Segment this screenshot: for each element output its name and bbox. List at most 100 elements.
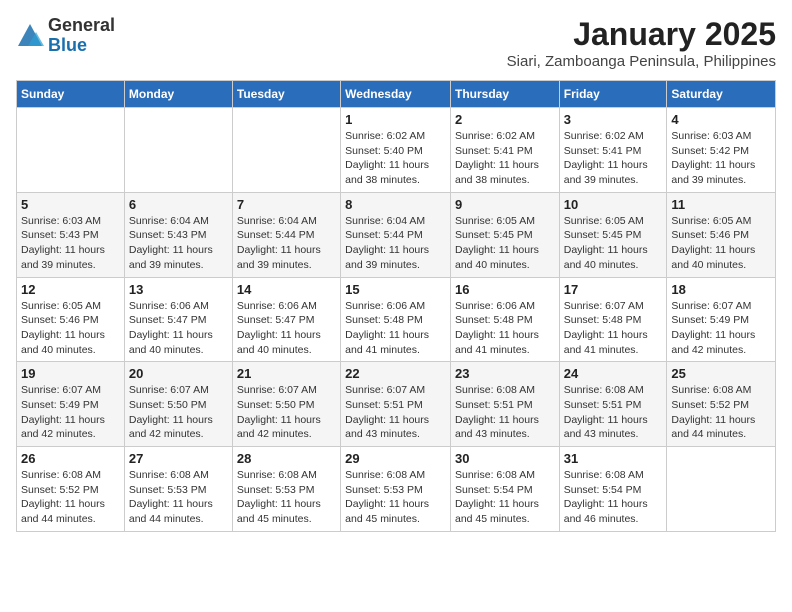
calendar-cell: 9Sunrise: 6:05 AMSunset: 5:45 PMDaylight… <box>450 192 559 277</box>
weekday-header-saturday: Saturday <box>667 81 776 108</box>
day-info: Sunrise: 6:05 AMSunset: 5:46 PMDaylight:… <box>21 299 120 358</box>
calendar-cell: 29 Sunrise: 6:08 AMSunset: 5:53 PMDayligh… <box>341 447 451 532</box>
day-number: 27 <box>129 451 228 466</box>
day-number: 16 <box>455 282 555 297</box>
calendar-cell: 13Sunrise: 6:06 AMSunset: 5:47 PMDayligh… <box>124 277 232 362</box>
day-number: 3 <box>564 112 663 127</box>
day-number: 11 <box>671 197 771 212</box>
location-subtitle: Siari, Zamboanga Peninsula, Philippines <box>507 53 776 70</box>
calendar-cell: 2Sunrise: 6:02 AMSunset: 5:41 PMDaylight… <box>450 108 559 193</box>
day-number: 20 <box>129 366 228 381</box>
day-number: 25 <box>671 366 771 381</box>
day-info: Sunrise: 6:02 AMSunset: 5:40 PMDaylight:… <box>345 129 446 188</box>
day-number: 23 <box>455 366 555 381</box>
calendar-cell: 26 Sunrise: 6:08 AMSunset: 5:52 PMDayligh… <box>17 447 125 532</box>
day-number: 5 <box>21 197 120 212</box>
calendar-cell: 11 Sunrise: 6:05 AMSunset: 5:46 PMDayligh… <box>667 192 776 277</box>
day-info: Sunrise: 6:06 AMSunset: 5:47 PMDaylight:… <box>129 299 228 358</box>
day-info: Sunrise: 6:06 AMSunset: 5:48 PMDaylight:… <box>345 299 446 358</box>
calendar-cell: 22 Sunrise: 6:07 AMSunset: 5:51 PMDayligh… <box>341 362 451 447</box>
weekday-header-row: SundayMondayTuesdayWednesdayThursdayFrid… <box>17 81 776 108</box>
day-info: Sunrise: 6:06 AMSunset: 5:47 PMDaylight:… <box>237 299 336 358</box>
day-number: 2 <box>455 112 555 127</box>
day-number: 14 <box>237 282 336 297</box>
day-info: Sunrise: 6:07 AMSunset: 5:49 PMDaylight:… <box>671 299 771 358</box>
day-info: Sunrise: 6:05 AMSunset: 5:46 PMDaylight:… <box>671 214 771 273</box>
day-info: Sunrise: 6:08 AMSunset: 5:51 PMDaylight:… <box>455 383 555 442</box>
calendar-cell: 30 Sunrise: 6:08 AMSunset: 5:54 PMDayligh… <box>450 447 559 532</box>
logo-text: General Blue <box>48 16 115 56</box>
day-info: Sunrise: 6:04 AMSunset: 5:44 PMDaylight:… <box>345 214 446 273</box>
day-number: 29 <box>345 451 446 466</box>
day-info: Sunrise: 6:02 AMSunset: 5:41 PMDaylight:… <box>564 129 663 188</box>
title-block: January 2025 Siari, Zamboanga Peninsula,… <box>507 16 776 70</box>
weekday-header-friday: Friday <box>559 81 667 108</box>
calendar-cell: 3 Sunrise: 6:02 AMSunset: 5:41 PMDaylight… <box>559 108 667 193</box>
day-number: 18 <box>671 282 771 297</box>
logo: General Blue <box>16 16 115 56</box>
day-info: Sunrise: 6:08 AMSunset: 5:52 PMDaylight:… <box>21 468 120 527</box>
weekday-header-sunday: Sunday <box>17 81 125 108</box>
day-info: Sunrise: 6:03 AMSunset: 5:43 PMDaylight:… <box>21 214 120 273</box>
weekday-header-tuesday: Tuesday <box>232 81 340 108</box>
day-number: 30 <box>455 451 555 466</box>
calendar-cell: 19Sunrise: 6:07 AMSunset: 5:49 PMDayligh… <box>17 362 125 447</box>
calendar-cell: 23 Sunrise: 6:08 AMSunset: 5:51 PMDayligh… <box>450 362 559 447</box>
calendar-cell: 16 Sunrise: 6:06 AMSunset: 5:48 PMDayligh… <box>450 277 559 362</box>
logo-general-text: General <box>48 16 115 36</box>
day-number: 8 <box>345 197 446 212</box>
day-info: Sunrise: 6:08 AMSunset: 5:51 PMDaylight:… <box>564 383 663 442</box>
logo-icon <box>16 22 44 50</box>
calendar-cell: 18 Sunrise: 6:07 AMSunset: 5:49 PMDayligh… <box>667 277 776 362</box>
day-number: 21 <box>237 366 336 381</box>
calendar-cell: 20Sunrise: 6:07 AMSunset: 5:50 PMDayligh… <box>124 362 232 447</box>
day-info: Sunrise: 6:08 AMSunset: 5:54 PMDaylight:… <box>455 468 555 527</box>
day-info: Sunrise: 6:08 AMSunset: 5:53 PMDaylight:… <box>345 468 446 527</box>
day-info: Sunrise: 6:07 AMSunset: 5:51 PMDaylight:… <box>345 383 446 442</box>
calendar-cell: 7 Sunrise: 6:04 AMSunset: 5:44 PMDaylight… <box>232 192 340 277</box>
calendar-cell: 10Sunrise: 6:05 AMSunset: 5:45 PMDayligh… <box>559 192 667 277</box>
day-number: 1 <box>345 112 446 127</box>
page-header: General Blue January 2025 Siari, Zamboan… <box>16 16 776 70</box>
calendar-cell: 25 Sunrise: 6:08 AMSunset: 5:52 PMDayligh… <box>667 362 776 447</box>
weekday-header-thursday: Thursday <box>450 81 559 108</box>
calendar-cell: 31Sunrise: 6:08 AMSunset: 5:54 PMDayligh… <box>559 447 667 532</box>
day-info: Sunrise: 6:08 AMSunset: 5:53 PMDaylight:… <box>237 468 336 527</box>
month-title: January 2025 <box>507 16 776 53</box>
day-number: 6 <box>129 197 228 212</box>
day-info: Sunrise: 6:07 AMSunset: 5:48 PMDaylight:… <box>564 299 663 358</box>
calendar-cell: 6 Sunrise: 6:04 AMSunset: 5:43 PMDaylight… <box>124 192 232 277</box>
calendar-cell: 24 Sunrise: 6:08 AMSunset: 5:51 PMDayligh… <box>559 362 667 447</box>
day-number: 28 <box>237 451 336 466</box>
calendar-week-row: 1 Sunrise: 6:02 AMSunset: 5:40 PMDaylight… <box>17 108 776 193</box>
day-number: 15 <box>345 282 446 297</box>
day-info: Sunrise: 6:04 AMSunset: 5:44 PMDaylight:… <box>237 214 336 273</box>
logo-blue-text: Blue <box>48 36 115 56</box>
calendar-cell: 28 Sunrise: 6:08 AMSunset: 5:53 PMDayligh… <box>232 447 340 532</box>
calendar-cell <box>17 108 125 193</box>
calendar-cell <box>232 108 340 193</box>
day-info: Sunrise: 6:08 AMSunset: 5:52 PMDaylight:… <box>671 383 771 442</box>
calendar-week-row: 12 Sunrise: 6:05 AMSunset: 5:46 PMDayligh… <box>17 277 776 362</box>
day-number: 22 <box>345 366 446 381</box>
calendar-cell: 4Sunrise: 6:03 AMSunset: 5:42 PMDaylight… <box>667 108 776 193</box>
day-number: 7 <box>237 197 336 212</box>
day-info: Sunrise: 6:04 AMSunset: 5:43 PMDaylight:… <box>129 214 228 273</box>
calendar-cell: 15 Sunrise: 6:06 AMSunset: 5:48 PMDayligh… <box>341 277 451 362</box>
day-number: 19 <box>21 366 120 381</box>
day-number: 24 <box>564 366 663 381</box>
day-info: Sunrise: 6:08 AMSunset: 5:54 PMDaylight:… <box>564 468 663 527</box>
day-number: 26 <box>21 451 120 466</box>
day-number: 4 <box>671 112 771 127</box>
day-info: Sunrise: 6:06 AMSunset: 5:48 PMDaylight:… <box>455 299 555 358</box>
calendar-cell: 14 Sunrise: 6:06 AMSunset: 5:47 PMDayligh… <box>232 277 340 362</box>
calendar-week-row: 19Sunrise: 6:07 AMSunset: 5:49 PMDayligh… <box>17 362 776 447</box>
day-number: 17 <box>564 282 663 297</box>
calendar-cell: 12 Sunrise: 6:05 AMSunset: 5:46 PMDayligh… <box>17 277 125 362</box>
day-number: 10 <box>564 197 663 212</box>
weekday-header-monday: Monday <box>124 81 232 108</box>
calendar-cell: 8 Sunrise: 6:04 AMSunset: 5:44 PMDaylight… <box>341 192 451 277</box>
day-info: Sunrise: 6:08 AMSunset: 5:53 PMDaylight:… <box>129 468 228 527</box>
calendar-cell: 1 Sunrise: 6:02 AMSunset: 5:40 PMDaylight… <box>341 108 451 193</box>
day-number: 12 <box>21 282 120 297</box>
